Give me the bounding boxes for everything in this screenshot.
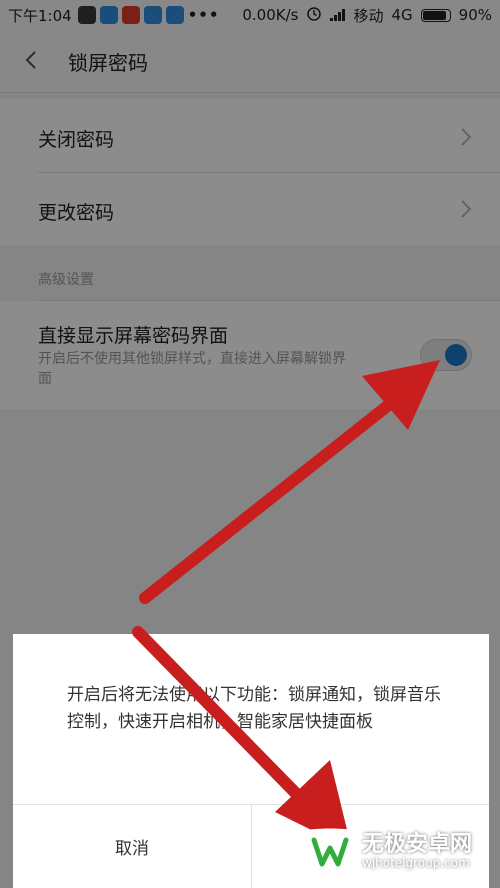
dialog-message: 开启后将无法使用以下功能：锁屏通知，锁屏音乐控制，快速开启相机，智能家居快捷面板	[67, 685, 441, 732]
watermark-url: wjhotelgroup.com	[362, 856, 470, 870]
cancel-button[interactable]: 取消	[13, 805, 251, 888]
watermark-name: 无极安卓网	[362, 832, 473, 857]
watermark: 无极安卓网 wjhotelgroup.com	[302, 822, 492, 882]
watermark-logo-icon	[305, 828, 355, 876]
